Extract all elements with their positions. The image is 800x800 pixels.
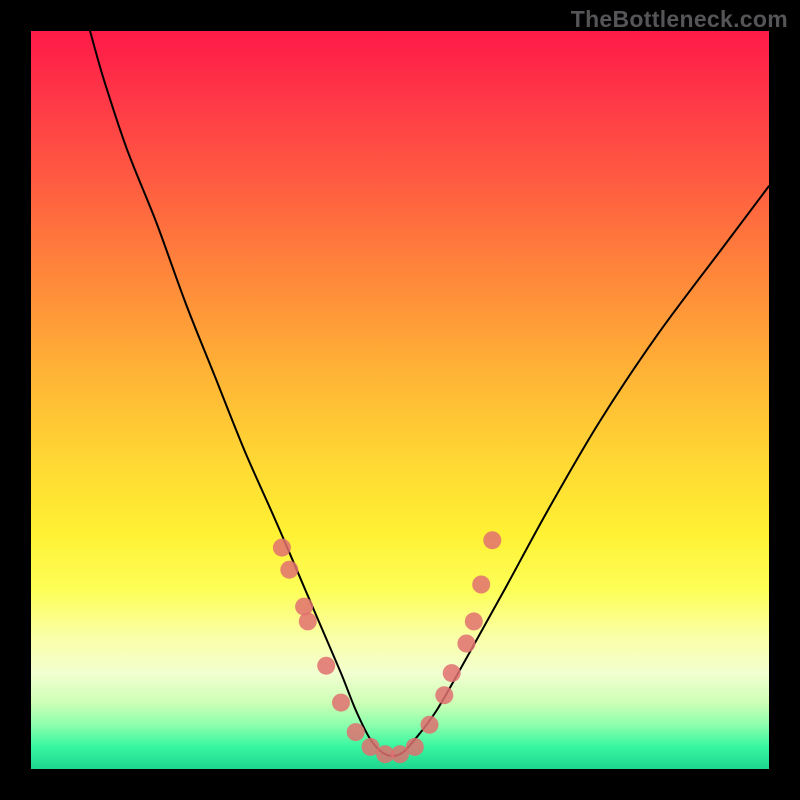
highlighted-points: [273, 531, 501, 763]
curve-marker: [457, 635, 475, 653]
plot-area: [31, 31, 769, 769]
curve-marker: [421, 716, 439, 734]
curve-marker: [280, 561, 298, 579]
curve-marker: [332, 694, 350, 712]
curve-marker: [299, 612, 317, 630]
chart-frame: TheBottleneck.com: [0, 0, 800, 800]
curve-marker: [483, 531, 501, 549]
bottleneck-curve: [90, 31, 769, 756]
watermark-text: TheBottleneck.com: [571, 6, 788, 33]
curve-marker: [465, 612, 483, 630]
curve-marker: [443, 664, 461, 682]
curve-marker: [347, 723, 365, 741]
curve-marker: [435, 686, 453, 704]
curve-marker: [406, 738, 424, 756]
curve-marker: [472, 576, 490, 594]
bottleneck-curve-path: [90, 31, 769, 756]
curve-layer: [31, 31, 769, 769]
curve-marker: [317, 657, 335, 675]
curve-marker: [273, 539, 291, 557]
